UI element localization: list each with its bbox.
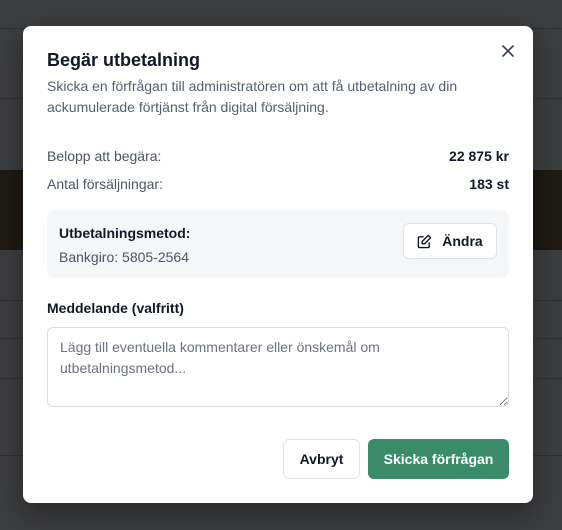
close-icon bbox=[502, 45, 514, 57]
payout-request-dialog: Begär utbetalning Skicka en förfrågan ti… bbox=[23, 26, 533, 503]
edit-button-label: Ändra bbox=[442, 233, 483, 249]
close-button[interactable] bbox=[497, 40, 519, 62]
dialog-title: Begär utbetalning bbox=[47, 50, 201, 70]
sales-count-row: Antal försäljningar: 183 st bbox=[47, 176, 509, 192]
amount-value: 22 875 kr bbox=[449, 148, 509, 164]
payout-method-card: Utbetalningsmetod: Bankgiro: 5805-2564 Ä… bbox=[47, 210, 509, 278]
sales-count-label: Antal försäljningar: bbox=[47, 176, 163, 192]
edit-icon bbox=[417, 234, 432, 248]
message-textarea[interactable] bbox=[47, 327, 509, 407]
dialog-description: Skicka en förfrågan till administratören… bbox=[47, 78, 458, 115]
sales-count-value: 183 st bbox=[469, 176, 509, 192]
cancel-button[interactable]: Avbryt bbox=[283, 439, 360, 479]
edit-payout-method-button[interactable]: Ändra bbox=[403, 223, 497, 259]
payout-method-value: Bankgiro: 5805-2564 bbox=[59, 249, 189, 265]
submit-request-button[interactable]: Skicka förfrågan bbox=[368, 439, 509, 479]
amount-row: Belopp att begära: 22 875 kr bbox=[47, 148, 509, 164]
payout-method-label: Utbetalningsmetod: bbox=[59, 225, 191, 241]
amount-label: Belopp att begära: bbox=[47, 148, 162, 164]
message-label: Meddelande (valfritt) bbox=[47, 300, 184, 316]
